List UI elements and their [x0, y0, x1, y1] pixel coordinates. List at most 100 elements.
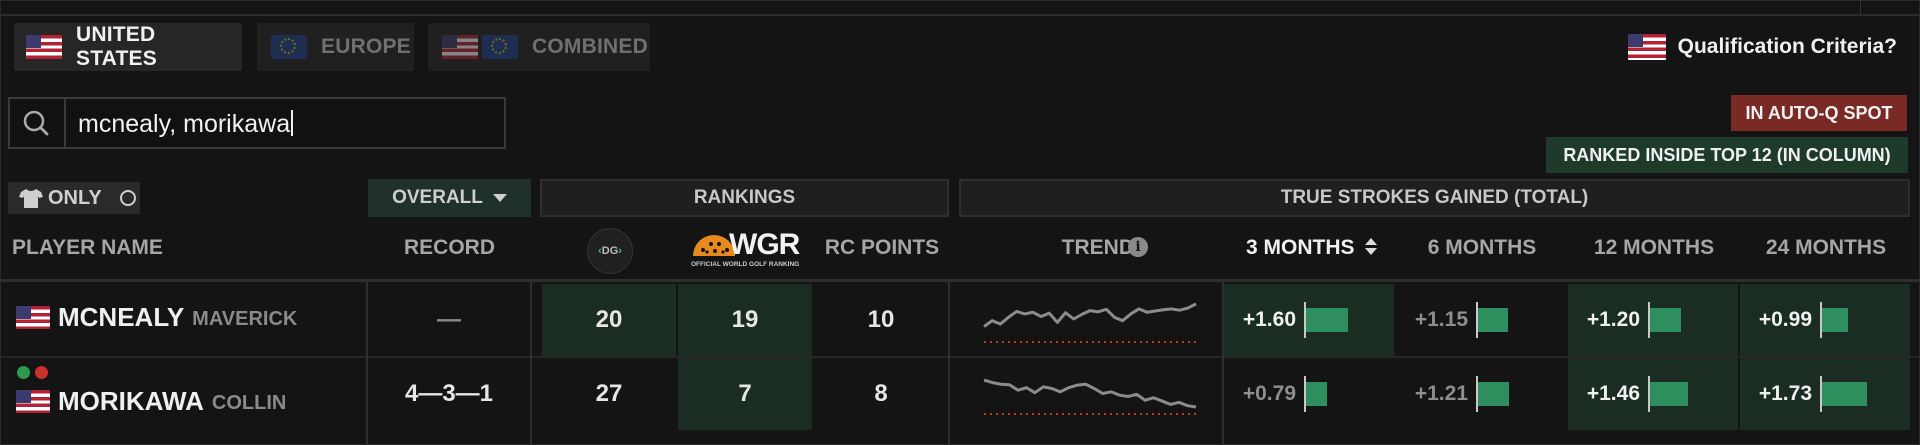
column-divider	[530, 282, 532, 444]
sg-value: +0.99	[1758, 308, 1812, 331]
trend-sparkline	[983, 302, 1197, 343]
tab-united-states[interactable]: UNITED STATES	[14, 23, 242, 71]
player-name-cell[interactable]: MORIKAWA COLLIN	[16, 386, 286, 417]
overall-dropdown[interactable]: OVERALL	[368, 179, 531, 217]
rc-points-cell: 10	[867, 306, 895, 333]
column-divider	[948, 282, 950, 444]
only-label: ONLY	[48, 186, 102, 209]
player-last-name: MORIKAWA	[58, 386, 204, 416]
sg-bar	[1306, 308, 1348, 332]
sg-value: +1.46	[1586, 382, 1640, 405]
tab-combined[interactable]: COMBINED	[428, 23, 650, 71]
sg-value-cell: +1.15	[1398, 302, 1508, 338]
us-flag-icon	[1627, 34, 1666, 60]
col-record[interactable]: RECORD	[368, 236, 531, 260]
sg-bar	[1822, 382, 1867, 406]
tab-label: UNITED STATES	[76, 23, 157, 70]
sg-value-cell: +1.21	[1398, 376, 1509, 412]
tab-label: COMBINED	[532, 35, 648, 58]
search-value: mcnealy, morikawa	[78, 110, 291, 138]
chevron-right-icon: ›	[618, 245, 622, 257]
col-3-months[interactable]: 3 MONTHS	[1246, 236, 1378, 260]
player-last-name: MCNEALY	[58, 302, 185, 332]
us-flag-icon	[16, 306, 50, 329]
sg-bar	[1822, 308, 1848, 332]
sg-value-cell: +1.46	[1570, 376, 1688, 412]
sg-value-cell: +1.73	[1742, 376, 1867, 412]
sg-value-cell: +1.60	[1226, 302, 1348, 338]
col-dg-rank[interactable]: ‹ DG ›	[587, 228, 633, 274]
dg-rank-cell: 20	[542, 284, 676, 356]
player-name-cell[interactable]: MCNEALY MAVERICK	[16, 302, 297, 333]
dg-logo: DG	[601, 245, 619, 257]
sg-value: +1.73	[1758, 382, 1812, 405]
rankings-label: RANKINGS	[693, 187, 796, 208]
top12-label: RANKED INSIDE TOP 12 (IN COLUMN)	[1563, 144, 1891, 165]
trend-sparkline	[983, 378, 1197, 415]
info-icon[interactable]: i	[1128, 237, 1148, 257]
sg-bar	[1478, 382, 1509, 406]
sg-value: +0.79	[1242, 382, 1296, 405]
sg-bar	[1306, 382, 1327, 406]
caret-down-icon	[492, 193, 507, 202]
tab-label: EUROPE	[321, 35, 411, 58]
sg-bar	[1650, 382, 1688, 406]
owgr-subtitle: OFFICIAL WORLD GOLF RANKING	[691, 261, 800, 268]
col-rc-points[interactable]: RC POINTS	[814, 236, 950, 260]
sg-value: +1.21	[1414, 382, 1468, 405]
status-dot-green	[17, 366, 30, 379]
search-icon-box	[10, 99, 66, 147]
col-player-name[interactable]: PLAYER NAME	[12, 236, 163, 260]
sg-value: +1.15	[1414, 308, 1468, 331]
status-dot-red	[35, 366, 48, 379]
us-flag-icon	[26, 35, 62, 59]
auto-q-label: IN AUTO-Q SPOT	[1745, 102, 1893, 123]
dg-rank-cell: 27	[595, 380, 623, 407]
us-flag-icon	[16, 390, 50, 413]
owgr-rank-cell: 7	[678, 358, 812, 430]
sg-bar	[1478, 308, 1508, 332]
record-cell: —	[437, 306, 461, 333]
qualification-label: Qualification Criteria?	[1677, 35, 1897, 58]
sort-icon	[1365, 238, 1378, 255]
only-radio[interactable]	[119, 190, 136, 206]
true-sg-label: TRUE STROKES GAINED (TOTAL)	[1280, 187, 1589, 208]
rc-points-cell: 8	[874, 380, 888, 407]
overall-label: OVERALL	[392, 187, 483, 208]
trend-line	[983, 302, 1197, 328]
top-border	[0, 14, 1920, 16]
auto-q-legend-badge: IN AUTO-Q SPOT	[1731, 95, 1907, 131]
sg-value-cell: +1.20	[1570, 302, 1681, 338]
sg-bar	[1650, 308, 1681, 332]
search-input[interactable]: mcnealy, morikawa	[78, 110, 294, 139]
sg-value-cell: +0.99	[1742, 302, 1848, 338]
sg-value-cell: +0.79	[1226, 376, 1327, 412]
record-cell: 4—3—1	[404, 380, 494, 407]
col-6-months[interactable]: 6 MONTHS	[1396, 236, 1568, 260]
trend-line	[983, 378, 1197, 409]
rankings-group-header: RANKINGS	[540, 179, 949, 217]
top-tick	[1860, 0, 1861, 14]
us-flag-icon	[442, 35, 478, 59]
sg-value: +1.60	[1242, 308, 1296, 331]
only-toggle[interactable]: ONLY	[8, 182, 140, 214]
qualification-criteria-link[interactable]: Qualification Criteria?	[1627, 34, 1897, 60]
col-owgr-rank[interactable]: WGR OFFICIAL WORLD GOLF RANKING	[691, 228, 803, 272]
top12-legend-badge: RANKED INSIDE TOP 12 (IN COLUMN)	[1546, 137, 1908, 173]
search-box[interactable]: mcnealy, morikawa	[8, 97, 506, 149]
player-first-name: MAVERICK	[192, 308, 298, 330]
text-caret	[291, 110, 294, 136]
search-icon	[23, 110, 49, 136]
sg-value: +1.20	[1586, 308, 1640, 331]
shirt-icon	[19, 189, 43, 208]
player-first-name: COLLIN	[211, 392, 287, 414]
col-3-months-label: 3 MONTHS	[1246, 236, 1355, 259]
col-24-months[interactable]: 24 MONTHS	[1740, 236, 1912, 260]
header-divider	[0, 279, 1920, 282]
col-12-months[interactable]: 12 MONTHS	[1568, 236, 1740, 260]
eu-flag-icon	[482, 35, 518, 59]
true-sg-group-header: TRUE STROKES GAINED (TOTAL)	[959, 179, 1910, 217]
tab-europe[interactable]: EUROPE	[257, 23, 414, 71]
owgr-rank-cell: 19	[678, 284, 812, 356]
owgr-logo-text: WGR	[729, 228, 800, 261]
